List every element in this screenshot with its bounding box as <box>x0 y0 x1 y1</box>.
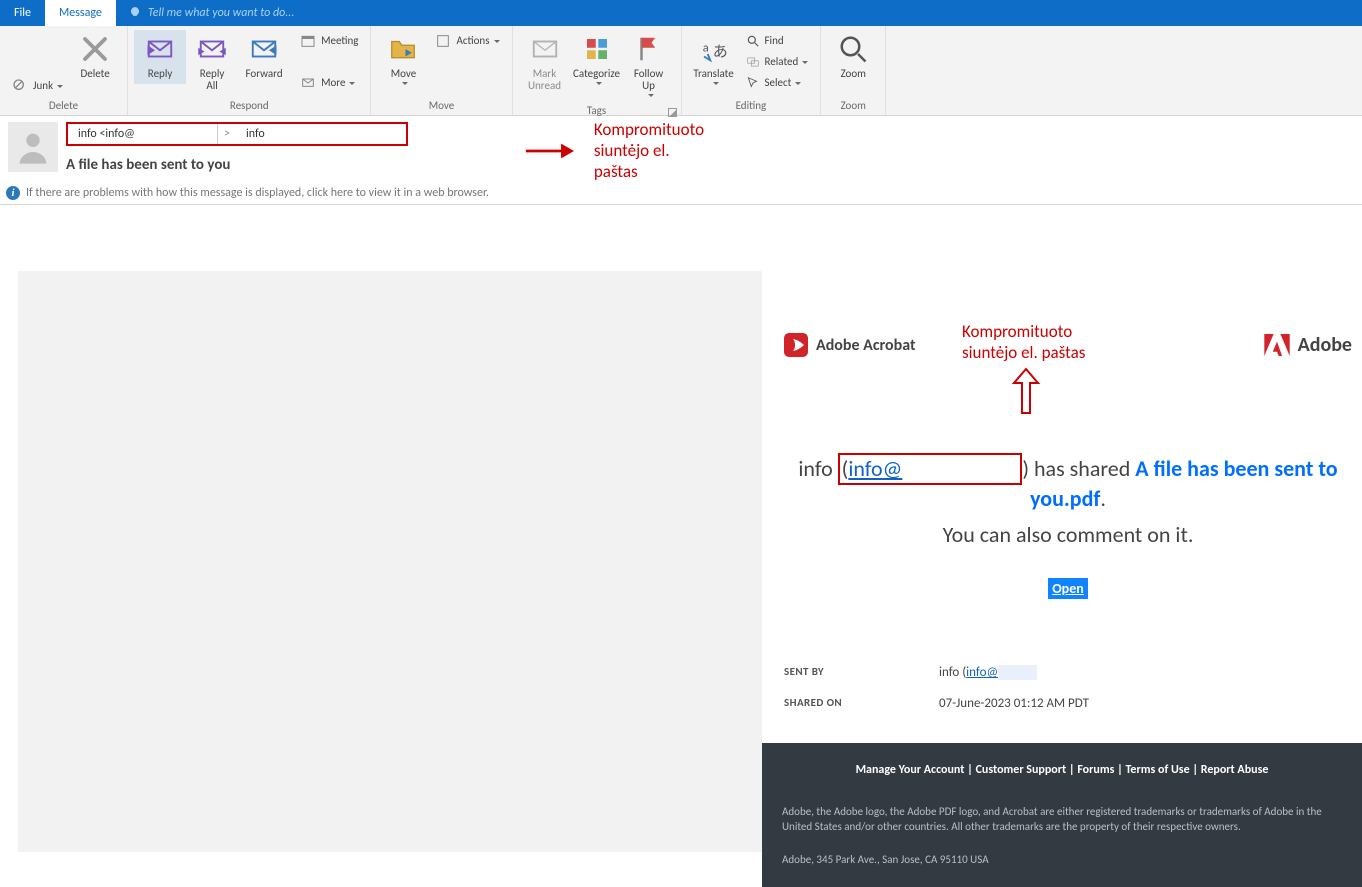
message-preview-gray <box>18 271 762 852</box>
sender-avatar <box>8 122 58 172</box>
meta-sharedon-value: 07-June-2023 01:12 AM PDT <box>939 696 1089 711</box>
forward-button[interactable]: Forward <box>238 30 290 84</box>
open-button[interactable]: Open <box>1048 578 1088 599</box>
meta-sentby-email[interactable]: info@ <box>966 665 998 680</box>
email-footer: Manage Your Account | Customer Support |… <box>762 743 1362 887</box>
find-button[interactable]: Find <box>740 30 815 51</box>
more-button[interactable]: More <box>294 72 364 93</box>
mark-unread-button[interactable]: Mark Unread <box>519 30 571 96</box>
footer-address: Adobe, 345 Park Ave., San Jose, CA 95110… <box>782 852 1342 867</box>
tell-me-placeholder: Tell me what you want to do... <box>148 6 294 20</box>
svg-text:a: a <box>702 41 708 56</box>
categorize-button[interactable]: Categorize <box>571 30 623 90</box>
meta-sharedon-label: SHARED ON <box>784 696 939 711</box>
footer-abuse-link[interactable]: Report Abuse <box>1201 763 1269 777</box>
follow-up-button[interactable]: Follow Up <box>623 30 675 102</box>
info-icon: i <box>6 186 20 200</box>
footer-manage-link[interactable]: Manage Your Account <box>856 763 965 777</box>
from-field-highlight: info <info@ > info <box>66 122 408 146</box>
meeting-button[interactable]: Meeting <box>294 30 364 51</box>
group-delete: Delete <box>0 97 127 115</box>
from-arrow-chevron: > <box>218 127 236 141</box>
adobe-acrobat-logo: Adobe Acrobat <box>784 333 916 357</box>
group-zoom: Zoom <box>821 97 885 115</box>
annotation-text-right: Kompromituotosiuntėjo el. paštas <box>962 321 1085 363</box>
footer-forums-link[interactable]: Forums <box>1077 763 1114 777</box>
subject-line: A file has been sent to you <box>66 156 408 174</box>
shared-heading: info (info@) has shared A file has been … <box>784 453 1352 513</box>
comment-line: You can also comment on it. <box>784 521 1352 548</box>
sender-email-link[interactable]: info@ <box>848 455 902 482</box>
translate-button[interactable]: aあ Translate <box>688 30 740 90</box>
adobe-logo: Adobe <box>1264 333 1352 357</box>
junk-button[interactable]: Junk <box>6 75 69 96</box>
meta-sentby-label: SENT BY <box>784 665 939 680</box>
move-button[interactable]: Move <box>377 30 429 90</box>
reply-all-button[interactable]: Reply All <box>186 30 238 96</box>
from-label: info <info@ <box>68 124 218 144</box>
footer-legal: Adobe, the Adobe logo, the Adobe PDF log… <box>782 804 1342 834</box>
view-in-browser-banner[interactable]: i If there are problems with how this me… <box>6 186 1354 200</box>
footer-support-link[interactable]: Customer Support <box>976 763 1067 777</box>
actions-button[interactable]: Actions <box>429 30 505 51</box>
related-button[interactable]: Related <box>740 51 815 72</box>
group-respond: Respond <box>128 97 370 115</box>
from-extra: info <box>236 124 406 144</box>
tell-me-search[interactable]: Tell me what you want to do... <box>116 0 294 26</box>
tags-dialog-launcher[interactable] <box>668 108 677 117</box>
reply-button[interactable]: Reply <box>134 30 186 84</box>
zoom-button[interactable]: Zoom <box>827 30 879 84</box>
footer-terms-link[interactable]: Terms of Use <box>1126 763 1190 777</box>
annotation-arrow-right: Kompromituotosiuntėjo el. paštas <box>524 119 708 182</box>
svg-text:あ: あ <box>712 44 727 62</box>
email-highlight-box: (info@ <box>838 453 1023 485</box>
tab-file[interactable]: File <box>0 0 45 26</box>
group-editing: Editing <box>682 97 821 115</box>
group-tags: Tags <box>513 102 681 120</box>
group-move: Move <box>371 97 511 115</box>
select-button[interactable]: Select <box>740 72 815 93</box>
annotation-arrow-up <box>1012 367 1040 415</box>
tab-message[interactable]: Message <box>45 0 116 26</box>
ribbon: Junk Delete Delete Reply Reply All <box>0 26 1362 116</box>
delete-button[interactable]: Delete <box>69 30 121 84</box>
